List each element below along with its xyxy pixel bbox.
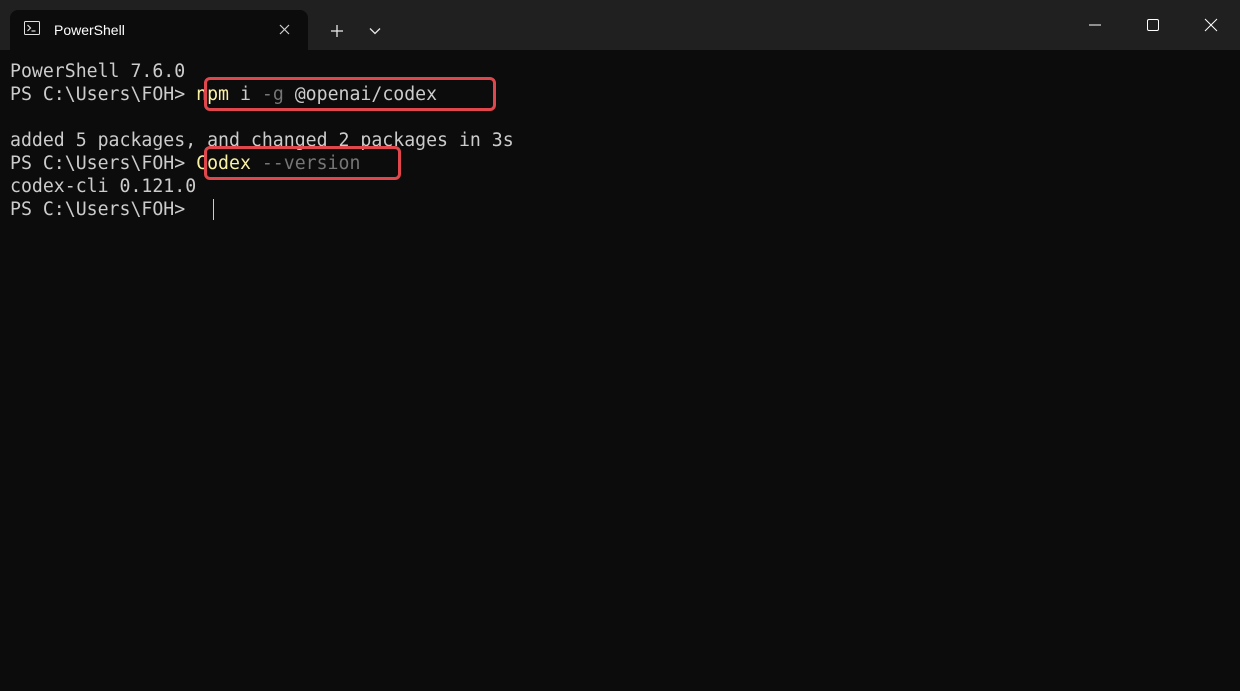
prompt: PS C:\Users\FOH>	[10, 199, 197, 220]
output-line: codex-cli 0.121.0	[10, 176, 197, 197]
maximize-icon	[1147, 19, 1159, 31]
close-window-button[interactable]	[1182, 0, 1240, 50]
highlight-box-install	[204, 77, 496, 111]
highlight-box-version	[204, 146, 401, 180]
tab-close-button[interactable]	[273, 18, 295, 40]
terminal-window: PowerShell PowerShell 7.6.0 PS C:\Users\…	[0, 0, 1240, 691]
powershell-icon	[24, 21, 40, 35]
chevron-down-icon	[369, 28, 381, 35]
minimize-button[interactable]	[1066, 0, 1124, 50]
prompt: PS C:\Users\FOH>	[10, 84, 197, 105]
minimize-icon	[1089, 24, 1101, 26]
close-icon	[279, 24, 289, 34]
version-banner: PowerShell 7.6.0	[10, 61, 186, 82]
title-bar: PowerShell	[0, 0, 1240, 50]
text-cursor	[213, 199, 214, 220]
tab-powershell[interactable]: PowerShell	[10, 10, 308, 50]
prompt-line: PS C:\Users\FOH>	[10, 198, 196, 221]
close-icon	[1204, 18, 1218, 32]
plus-icon	[331, 25, 343, 37]
new-tab-button[interactable]	[322, 17, 352, 45]
maximize-button[interactable]	[1124, 0, 1182, 50]
terminal-output[interactable]: PowerShell 7.6.0 PS C:\Users\FOH> npm i …	[0, 50, 1240, 691]
prompt: PS C:\Users\FOH>	[10, 153, 197, 174]
tab-dropdown-button[interactable]	[362, 17, 388, 45]
tab-title: PowerShell	[54, 22, 125, 38]
